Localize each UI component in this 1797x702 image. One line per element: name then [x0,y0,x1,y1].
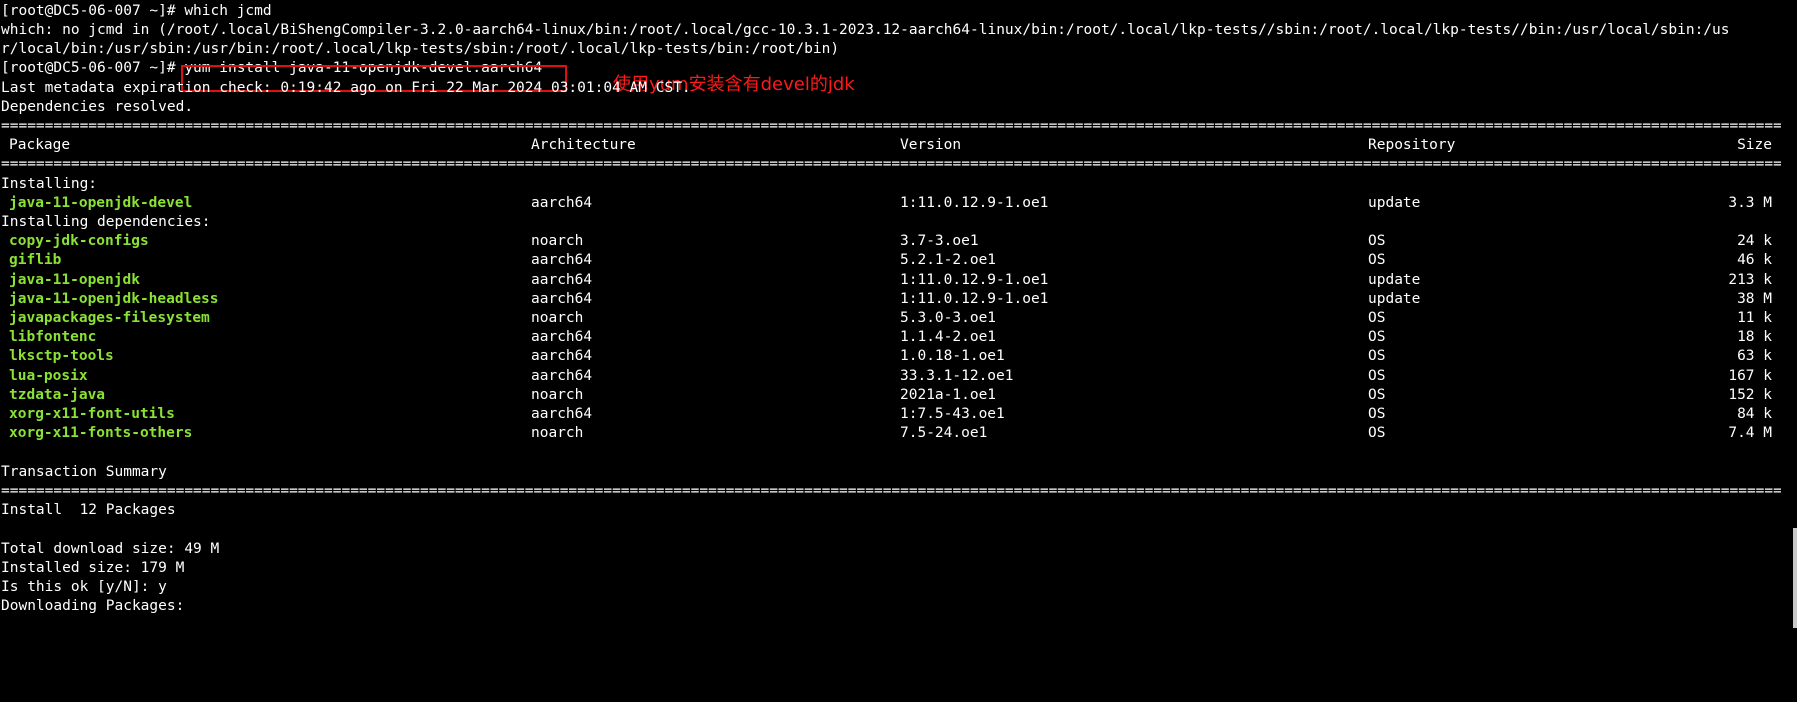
package-repo: OS [1368,425,1386,441]
terminal-scrollbar[interactable] [1793,528,1797,628]
downloading-packages-line: Downloading Packages: [1,598,185,614]
table-row: lksctp-tools aarch64 1.0.18-1.oe1 OS 63 … [0,345,1780,367]
package-repo: OS [1368,348,1386,364]
shell-prompt: [root@DC5-06-007 ~]# [1,60,185,76]
package-repo: update [1368,195,1421,211]
package-name: giflib [9,252,62,268]
package-version: 1:11.0.12.9-1.oe1 [900,195,1049,211]
table-row: xorg-x11-fonts-others noarch 7.5-24.oe1 … [0,422,1780,444]
package-size: 63 k [1737,348,1772,364]
package-size: 3.3 M [1728,195,1772,211]
package-version: 1.0.18-1.oe1 [900,348,1005,364]
package-arch: noarch [531,425,584,441]
package-name: xorg-x11-fonts-others [9,425,193,441]
table-row: java-11-openjdk-devel aarch64 1:11.0.12.… [0,192,1780,214]
package-arch: aarch64 [531,195,593,211]
package-size: 7.4 M [1728,425,1772,441]
terminal-window[interactable]: [root@DC5-06-007 ~]# which jcmd which: n… [0,0,1797,702]
separator-line: ========================================… [1,156,1781,172]
package-arch: aarch64 [531,252,593,268]
separator-line: ========================================… [1,483,1781,499]
package-size: 46 k [1737,252,1772,268]
package-arch: aarch64 [531,348,593,364]
package-name: lksctp-tools [9,348,114,364]
package-version: 7.5-24.oe1 [900,425,988,441]
table-row: giflib aarch64 5.2.1-2.oe1 OS 46 k [0,249,1780,271]
package-version: 5.2.1-2.oe1 [900,252,997,268]
package-repo: OS [1368,252,1386,268]
install-count-line: Install 12 Packages [1,502,176,518]
